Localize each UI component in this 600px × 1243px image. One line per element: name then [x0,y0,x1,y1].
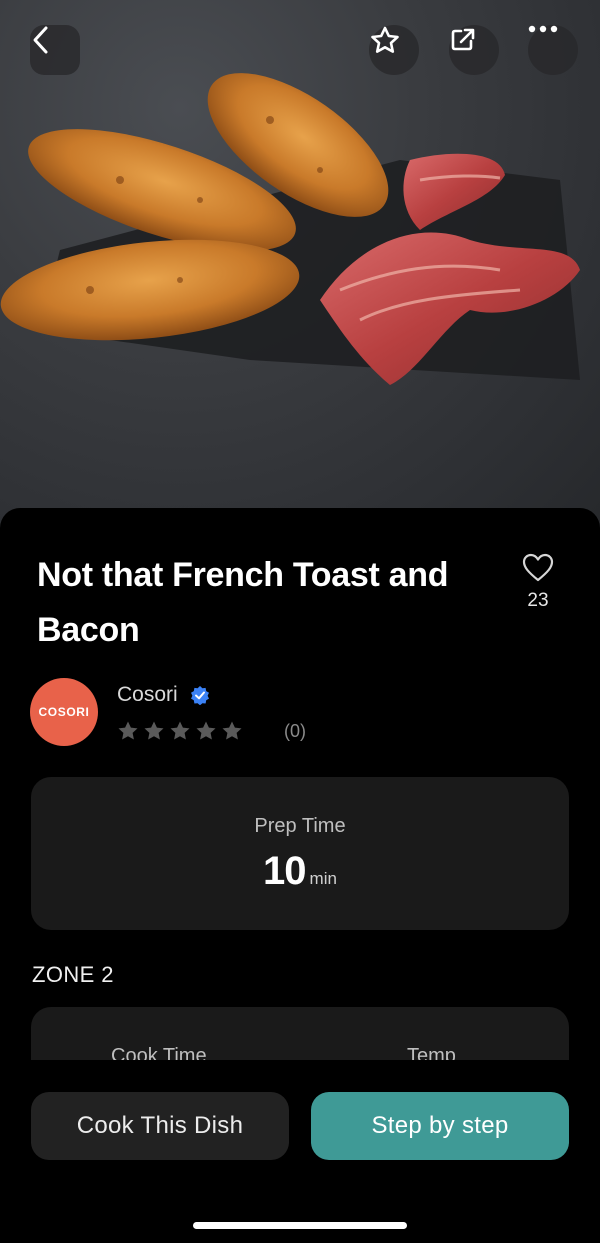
like-button[interactable]: 23 [515,553,561,612]
favorite-button[interactable] [369,25,419,75]
more-options-button[interactable] [528,25,578,75]
prep-time-unit: min [309,869,337,888]
rating-stars[interactable] [117,720,243,742]
like-count: 23 [527,590,549,611]
heart-outline-icon [522,553,554,582]
star-icon [118,721,138,740]
recipe-screen: Not that French Toast and Bacon 23 COSOR… [0,0,600,1243]
star-outline-icon [371,26,399,53]
star-icon [144,721,164,740]
author-name[interactable]: Cosori [117,683,178,707]
bottom-action-bar: Cook This Dish Step by step [0,1060,600,1243]
prep-time-label: Prep Time [254,815,346,837]
recipe-title: Not that French Toast and Bacon [37,556,449,649]
share-icon [451,28,475,51]
prep-time-card: Prep Time 10 min [31,777,569,930]
share-button[interactable] [449,25,499,75]
recipe-photo [0,0,600,540]
chevron-left-icon [33,26,48,54]
ellipsis-icon [528,25,558,33]
avatar[interactable]: COSORI [30,678,98,746]
author-row[interactable]: COSORI Cosori (0) [30,678,570,748]
back-button[interactable] [30,25,80,75]
cook-this-dish-button[interactable]: Cook This Dish [31,1092,289,1160]
prep-time-value-row: 10 min [31,849,569,894]
step-by-step-button[interactable]: Step by step [311,1092,569,1160]
home-indicator[interactable] [193,1222,407,1229]
rating-count: (0) [284,721,306,741]
zone-heading: ZONE 2 [32,962,114,987]
star-icon [196,721,216,740]
verified-badge-icon [191,686,209,705]
prep-time-value: 10 [263,849,306,893]
star-icon [170,721,190,740]
food-illustration [0,73,580,385]
star-icon [222,721,242,740]
